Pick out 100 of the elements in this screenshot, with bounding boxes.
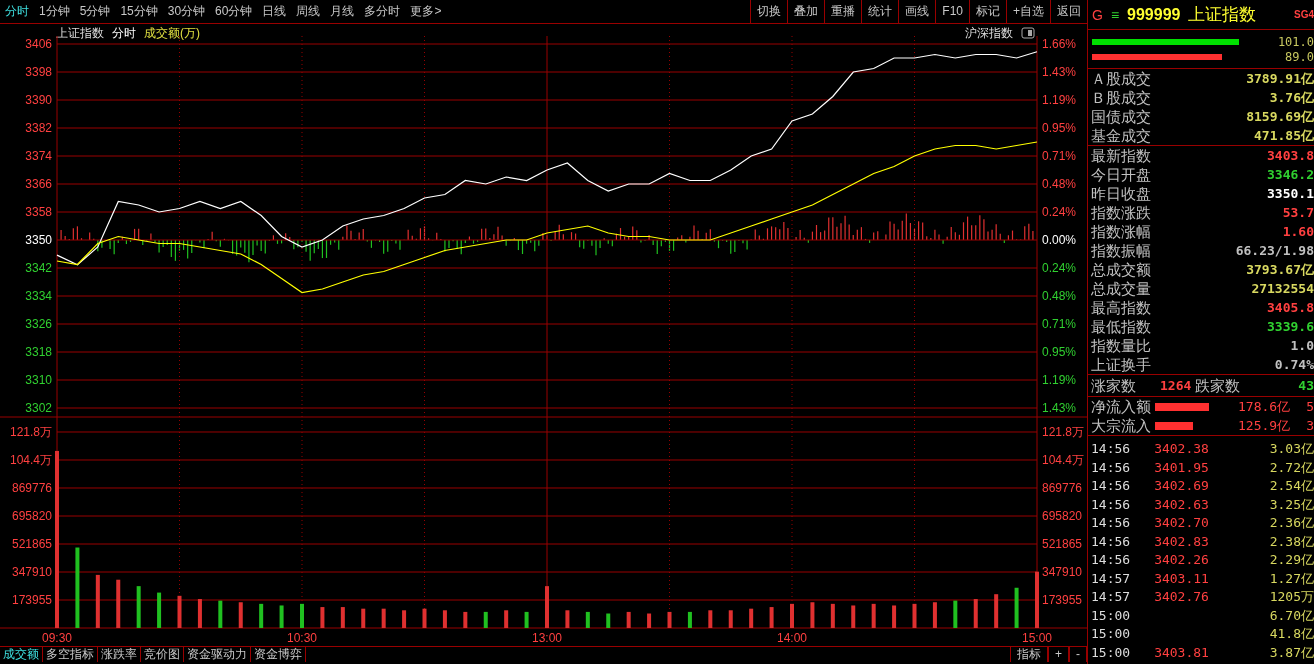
toolbar-button[interactable]: 重播 (824, 0, 862, 23)
tick-time: 15:00 (1091, 625, 1131, 643)
indicator-tab[interactable]: 资金驱动力 (184, 647, 251, 662)
volume-bar (116, 579, 121, 628)
index-name: 上证指数 (56, 25, 104, 42)
indicator-button[interactable]: + (1048, 647, 1069, 662)
menu-icon[interactable]: ≡ (1110, 0, 1120, 30)
indicator-tab[interactable]: 成交额 (0, 647, 43, 662)
turnover-label: Ａ股成交 (1091, 69, 1151, 88)
toolbar-button[interactable]: 画线 (898, 0, 936, 23)
percent-axis-label: 0.48% (1042, 177, 1077, 191)
volume-bar (238, 602, 243, 628)
indicator-button[interactable]: 指标 (1010, 647, 1048, 662)
period-tab[interactable]: 5分钟 (74, 0, 116, 23)
volume-bar (197, 599, 202, 628)
tick-price: 3402.70 (1154, 514, 1210, 532)
toolbar-button[interactable]: 标记 (969, 0, 1006, 23)
volume-bar (320, 607, 325, 628)
percent-axis-label: 0.71% (1042, 317, 1077, 331)
toolbar-button[interactable]: 统计 (861, 0, 899, 23)
flow-share: 5 (1306, 398, 1314, 416)
volume-bar (973, 599, 978, 628)
period-tab[interactable]: 日线 (257, 0, 292, 23)
percent-axis-label: 0.00% (1042, 233, 1077, 247)
stat-value: 3339.6 (1267, 318, 1314, 336)
turnover-value: 3.76亿 (1269, 89, 1314, 107)
volume-bar (95, 574, 100, 628)
volume-bar (177, 595, 182, 628)
volume-bar (504, 610, 509, 628)
toolbar-button[interactable]: +自选 (1006, 0, 1050, 23)
period-tab[interactable]: 更多> (405, 0, 447, 23)
toolbar-button[interactable]: 切换 (750, 0, 788, 23)
time-axis-label: 10:30 (287, 631, 317, 645)
period-tab[interactable]: 周线 (291, 0, 326, 23)
turnover-label: Ｂ股成交 (1091, 88, 1151, 107)
stat-value: 3350.1 (1267, 185, 1314, 203)
tick-price: 3403.11 (1154, 569, 1210, 588)
flow-amount: 178.6亿 (1238, 398, 1291, 416)
stat-label: 最低指数 (1091, 317, 1151, 336)
volume-bar (1014, 587, 1019, 628)
tick-price: 3401.95 (1154, 458, 1210, 477)
period-tab[interactable]: 30分钟 (162, 0, 211, 23)
tick-price: 3402.76 (1154, 588, 1210, 606)
stat-value: 3405.8 (1267, 299, 1314, 317)
volume-bar (483, 611, 488, 628)
tick-time: 14:56 (1091, 514, 1131, 532)
volume-bar (953, 600, 958, 628)
period-tab[interactable]: 分时 (0, 0, 34, 23)
volume-bar (892, 605, 897, 628)
tick-volume: 1205万 (1269, 588, 1314, 606)
toolbar-button[interactable]: F10 (935, 0, 969, 23)
stat-label: 最新指数 (1091, 146, 1151, 165)
indicator-tab[interactable]: 资金博弈 (251, 647, 306, 662)
volume-bar (790, 603, 794, 628)
toolbar-button[interactable]: 叠加 (787, 0, 825, 23)
volume-bar (402, 610, 407, 628)
volume-bar (810, 602, 815, 628)
indicator-button[interactable]: - (1069, 647, 1087, 662)
volume-bar (728, 610, 733, 628)
volume-bar (442, 610, 447, 628)
tick-time: 14:57 (1091, 588, 1131, 606)
price-axis-label: 3398 (25, 65, 52, 79)
volume-bar (585, 611, 590, 628)
percent-axis-label: 0.71% (1042, 149, 1077, 163)
indicator-tab[interactable]: 多空指标 (43, 647, 98, 662)
volume-axis-label: 521865 (1042, 537, 1083, 551)
volume-bar (524, 611, 529, 628)
toggle-icon[interactable] (1021, 27, 1035, 39)
stat-label: 最高指数 (1091, 298, 1151, 317)
tick-price: 3402.63 (1154, 495, 1210, 514)
stat-label: 昨日收盘 (1091, 184, 1151, 203)
percent-axis-label: 0.24% (1042, 261, 1077, 275)
volume-bar (912, 603, 917, 628)
tick-price: 3402.83 (1154, 532, 1210, 551)
tick-time: 14:56 (1091, 440, 1131, 458)
period-tab[interactable]: 60分钟 (210, 0, 258, 23)
time-axis-label: 14:00 (777, 631, 807, 645)
volume-bar (545, 586, 549, 628)
percent-axis-label: 1.19% (1042, 373, 1077, 387)
volume-bar (565, 610, 570, 628)
stat-label: 指数振幅 (1091, 241, 1151, 260)
tick-time: 14:56 (1091, 532, 1131, 551)
volume-bar (361, 608, 366, 628)
stat-label: 今日开盘 (1091, 165, 1151, 184)
stat-value: 1.60 (1282, 223, 1314, 241)
stat-value: 0.74% (1274, 356, 1314, 374)
stat-label: 总成交额 (1091, 260, 1151, 279)
period-tab[interactable]: 1分钟 (34, 0, 75, 23)
period-tab[interactable]: 月线 (325, 0, 360, 23)
mode-label: 分时 (112, 25, 136, 42)
period-tab[interactable]: 15分钟 (115, 0, 163, 23)
time-axis-label: 13:00 (532, 631, 562, 645)
tick-price: 3402.26 (1154, 551, 1210, 569)
volume-bar (136, 586, 141, 628)
toolbar-button[interactable]: 返回 (1050, 0, 1087, 23)
volume-bar (218, 600, 223, 628)
volume-bar (871, 603, 876, 628)
indicator-tab[interactable]: 竞价图 (141, 647, 184, 662)
period-tab[interactable]: 多分时 (359, 0, 406, 23)
indicator-tab[interactable]: 涨跌率 (98, 647, 141, 662)
